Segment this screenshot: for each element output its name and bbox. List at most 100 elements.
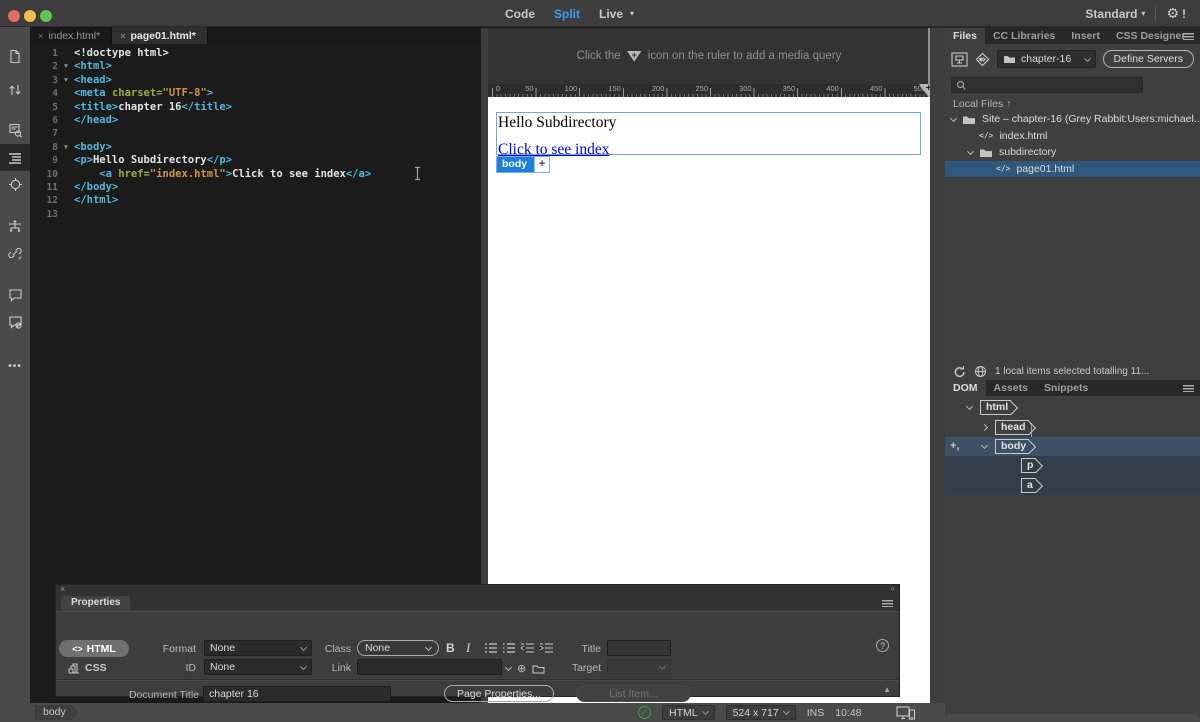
comment-icon[interactable] (0, 281, 30, 308)
doc-tab-indexhtml[interactable]: × index.html* (30, 27, 113, 44)
file-row-Sitechapter16GreyRab[interactable]: Site – chapter-16 (Grey Rabbit:Users:mic… (945, 111, 1200, 128)
code-line[interactable]: 12 </html> (30, 194, 481, 207)
remote-server-icon[interactable] (974, 365, 987, 378)
doc-type-dropdown[interactable]: HTML (662, 705, 715, 720)
document-title-input[interactable]: chapter 16 (203, 686, 391, 702)
browse-folder-icon[interactable] (532, 664, 545, 674)
code-line[interactable]: 11 </body> (30, 181, 481, 194)
refresh-icon[interactable] (953, 365, 966, 378)
window-size-dropdown[interactable]: 524 x 717 (725, 705, 796, 720)
open-file-icon[interactable] (0, 43, 30, 70)
bold-button[interactable]: B (446, 641, 455, 655)
insert-element-icon[interactable]: +, (950, 440, 959, 452)
live-dropdown-caret-icon[interactable]: ▾ (630, 9, 634, 18)
indent-icon[interactable] (539, 642, 554, 654)
format-select[interactable]: None (204, 640, 312, 656)
help-icon[interactable]: ? (876, 639, 889, 652)
dom-row-body[interactable]: +, body (945, 436, 1200, 457)
dom-menu-icon[interactable] (1183, 385, 1194, 392)
italic-button[interactable]: I (466, 640, 470, 656)
site-select-dropdown[interactable]: chapter-16 (997, 50, 1096, 68)
tag-selector-body[interactable]: body (35, 705, 79, 720)
title-input[interactable] (607, 640, 671, 656)
properties-tab[interactable]: Properties (61, 596, 131, 611)
collapse-properties-icon[interactable]: ▲ (883, 685, 891, 694)
dom-structure-icon[interactable] (0, 212, 30, 239)
site-view-icon[interactable] (951, 51, 968, 67)
fold-arrow-icon[interactable]: ▼ (58, 74, 74, 87)
define-servers-button[interactable]: Define Servers (1102, 50, 1194, 68)
link-input[interactable] (357, 659, 502, 675)
dom-tab-assets[interactable]: Assets (986, 380, 1036, 396)
panel-menu-icon[interactable] (882, 600, 893, 607)
fold-arrow-icon[interactable]: ▼ (58, 60, 74, 73)
code-line[interactable]: 13 (30, 208, 481, 221)
tree-arrow-icon[interactable] (980, 423, 989, 431)
code-line[interactable]: 6 </head> (30, 114, 481, 127)
dom-row-html[interactable]: html (945, 398, 1200, 417)
page-properties-button[interactable]: Page Properties... (444, 685, 554, 702)
unordered-list-icon[interactable] (484, 642, 498, 654)
ordered-list-icon[interactable] (502, 642, 516, 654)
remove-comment-icon[interactable] (0, 308, 30, 335)
dom-row-head[interactable]: head (945, 417, 1200, 436)
sync-settings-gear-icon[interactable]: ⚙ (1166, 5, 1179, 22)
dom-tag-html[interactable]: html (980, 400, 1012, 416)
html-properties-button[interactable]: <> HTML (59, 640, 129, 657)
dom-row-a[interactable]: a (945, 475, 1200, 495)
minimize-window-icon[interactable] (24, 10, 36, 22)
files-menu-icon[interactable] (1183, 33, 1194, 40)
view-mode-split[interactable]: Split (554, 7, 580, 21)
more-options-icon[interactable]: ••• (0, 353, 30, 380)
tree-arrow-icon[interactable] (966, 147, 975, 155)
files-tab-css-designer[interactable]: CSS Designer (1108, 28, 1193, 44)
close-window-icon[interactable] (8, 10, 20, 22)
css-properties-button[interactable]: CSS (68, 662, 107, 674)
dom-tag-body[interactable]: body (995, 438, 1030, 454)
dom-row-p[interactable]: p (945, 456, 1200, 476)
dom-tag-p[interactable]: p (1021, 458, 1037, 474)
dom-tab-dom[interactable]: DOM (945, 380, 986, 396)
horizontal-ruler[interactable]: 0 50 100 150 200 250 300 350 400 450 500 (488, 84, 930, 97)
format-source-icon[interactable] (0, 144, 30, 171)
file-row-page01html[interactable]: </> page01.html (945, 160, 1200, 177)
files-search-input[interactable] (951, 77, 1143, 93)
view-mode-live[interactable]: Live (599, 7, 623, 21)
close-panel-icon[interactable]: × (60, 584, 65, 594)
code-line[interactable]: 7 (30, 127, 481, 140)
point-to-file-icon[interactable]: ⊕ (517, 662, 526, 675)
link-dropdown-caret-icon[interactable] (504, 663, 513, 672)
file-transfer-icon[interactable] (0, 76, 30, 103)
local-files-header[interactable]: Local Files ↑ (945, 96, 1200, 111)
tree-arrow-icon[interactable] (980, 441, 989, 450)
live-code-icon[interactable] (0, 117, 30, 144)
doc-tab-page01html[interactable]: × page01.html* (112, 27, 208, 44)
view-mode-code[interactable]: Code (505, 7, 535, 21)
close-tab-icon[interactable]: × (120, 31, 125, 41)
close-tab-icon[interactable]: × (38, 31, 43, 41)
files-tab-cc-libraries[interactable]: CC Libraries (985, 28, 1063, 44)
files-tab-insert[interactable]: Insert (1063, 28, 1108, 44)
collapse-panel-icon[interactable]: « (891, 584, 896, 593)
selected-tag-label[interactable]: body (497, 157, 535, 172)
id-select[interactable]: None (204, 659, 312, 675)
tree-arrow-icon[interactable] (965, 403, 974, 411)
files-tab-files[interactable]: Files (945, 28, 985, 44)
code-line[interactable]: 8 ▼ <body> (30, 141, 481, 154)
device-preview-icon[interactable] (895, 705, 915, 720)
code-line[interactable]: 5 <title>chapter 16</title> (30, 101, 481, 114)
file-row-indexhtml[interactable]: </> index.html (945, 128, 1200, 145)
tree-arrow-icon[interactable] (949, 114, 958, 122)
workspace-switcher[interactable]: Standard (1085, 7, 1137, 21)
code-line[interactable]: 3 ▼ <head> (30, 74, 481, 87)
fold-arrow-icon[interactable]: ▼ (58, 141, 74, 154)
code-line[interactable]: 2 ▼ <html> (30, 60, 481, 73)
class-select[interactable]: None (357, 640, 439, 656)
panel-footer-grip[interactable] (945, 714, 1200, 722)
git-icon[interactable] (975, 52, 990, 67)
file-row-subdirectory[interactable]: subdirectory (945, 144, 1200, 161)
inspect-icon[interactable] (0, 171, 30, 198)
live-heading[interactable]: Hello Subdirectory (498, 114, 616, 132)
code-line[interactable]: 1 <!doctype html> (30, 47, 481, 60)
unlink-icon[interactable] (0, 239, 30, 266)
